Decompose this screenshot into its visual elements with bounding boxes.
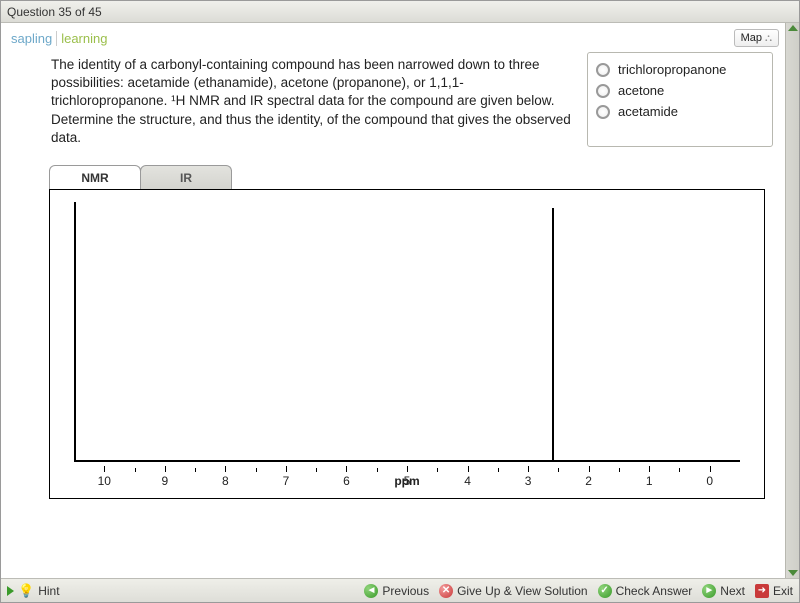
x-tick — [225, 466, 226, 472]
answer-label: trichloropropanone — [618, 62, 726, 77]
prev-icon: ◄ — [364, 584, 378, 598]
tab-label: NMR — [81, 171, 108, 185]
x-tick — [589, 466, 590, 472]
giveup-button[interactable]: ✕ Give Up & View Solution — [439, 584, 588, 598]
next-button[interactable]: ► Next — [702, 584, 745, 598]
question-text: The identity of a carbonyl-containing co… — [51, 52, 573, 147]
answer-label: acetamide — [618, 104, 678, 119]
brand-part2: learning — [56, 31, 107, 46]
exit-icon: ➜ — [755, 584, 769, 598]
x-tick-label: 7 — [283, 474, 290, 488]
next-icon: ► — [702, 584, 716, 598]
answer-label: acetone — [618, 83, 664, 98]
previous-button[interactable]: ◄ Previous — [364, 584, 429, 598]
brand-logo: sapling learning — [1, 23, 785, 52]
x-tick-label: 6 — [343, 474, 350, 488]
x-tick — [104, 466, 105, 472]
footer-toolbar: 💡 Hint ◄ Previous ✕ Give Up & View Solut… — [1, 578, 799, 602]
answer-option-acetone[interactable]: acetone — [596, 80, 764, 101]
x-tick — [468, 466, 469, 472]
x-tick-label: 10 — [98, 474, 111, 488]
giveup-icon: ✕ — [439, 584, 453, 598]
tab-label: IR — [180, 171, 192, 185]
x-tick-label: 3 — [525, 474, 532, 488]
x-minor-tick — [135, 468, 136, 472]
x-minor-tick — [558, 468, 559, 472]
exit-label: Exit — [773, 584, 793, 598]
x-tick-label: 0 — [706, 474, 713, 488]
x-tick-label: 9 — [161, 474, 168, 488]
check-answer-button[interactable]: ✓ Check Answer — [598, 584, 693, 598]
x-tick — [649, 466, 650, 472]
content-row: sapling learning Map ⛬ The identity of a… — [1, 23, 799, 578]
previous-label: Previous — [382, 584, 429, 598]
answer-panel: trichloropropanone acetone acetamide — [587, 52, 773, 147]
scrollbar[interactable] — [785, 23, 799, 578]
x-tick — [165, 466, 166, 472]
x-tick — [528, 466, 529, 472]
question-body: The identity of a carbonyl-containing co… — [1, 52, 785, 147]
play-icon — [7, 586, 14, 596]
map-button[interactable]: Map ⛬ — [734, 29, 779, 47]
hint-button[interactable]: 💡 Hint — [7, 583, 60, 599]
scroll-up-icon[interactable] — [788, 25, 798, 31]
check-icon: ✓ — [598, 584, 612, 598]
x-tick-label: 5 — [404, 474, 411, 488]
radio-icon — [596, 63, 610, 77]
x-tick-label: 2 — [585, 474, 592, 488]
x-minor-tick — [498, 468, 499, 472]
spectrum-tabs: NMR IR — [49, 165, 785, 189]
x-tick-label: 8 — [222, 474, 229, 488]
radio-icon — [596, 84, 610, 98]
exit-button[interactable]: ➜ Exit — [755, 584, 793, 598]
x-minor-tick — [195, 468, 196, 472]
check-label: Check Answer — [616, 584, 693, 598]
x-axis: ppm 109876543210 — [74, 464, 740, 484]
answer-option-acetamide[interactable]: acetamide — [596, 101, 764, 122]
window-titlebar: Question 35 of 45 — [1, 1, 799, 23]
map-button-label: Map — [741, 32, 762, 44]
tab-nmr[interactable]: NMR — [49, 165, 141, 189]
x-tick — [710, 466, 711, 472]
radio-icon — [596, 105, 610, 119]
plot-axes — [74, 202, 740, 462]
giveup-label: Give Up & View Solution — [457, 584, 588, 598]
answer-option-trichloropropanone[interactable]: trichloropropanone — [596, 59, 764, 80]
brand-part1: sapling — [11, 31, 52, 46]
x-tick — [407, 466, 408, 472]
x-tick-label: 4 — [464, 474, 471, 488]
x-tick-label: 1 — [646, 474, 653, 488]
scroll-down-icon[interactable] — [788, 570, 798, 576]
nmr-plot: ppm 109876543210 — [49, 189, 765, 499]
x-tick — [346, 466, 347, 472]
hint-label: Hint — [38, 584, 59, 598]
tab-ir[interactable]: IR — [140, 165, 232, 189]
x-minor-tick — [437, 468, 438, 472]
map-icon: ⛬ — [765, 33, 772, 44]
x-minor-tick — [316, 468, 317, 472]
x-minor-tick — [377, 468, 378, 472]
x-tick — [286, 466, 287, 472]
x-minor-tick — [679, 468, 680, 472]
x-minor-tick — [256, 468, 257, 472]
bulb-icon: 💡 — [18, 583, 34, 599]
nmr-peak — [552, 208, 554, 460]
window-title: Question 35 of 45 — [7, 5, 102, 19]
main-area: sapling learning Map ⛬ The identity of a… — [1, 23, 785, 578]
next-label: Next — [720, 584, 745, 598]
app-window: Question 35 of 45 sapling learning Map ⛬… — [0, 0, 800, 603]
x-minor-tick — [619, 468, 620, 472]
